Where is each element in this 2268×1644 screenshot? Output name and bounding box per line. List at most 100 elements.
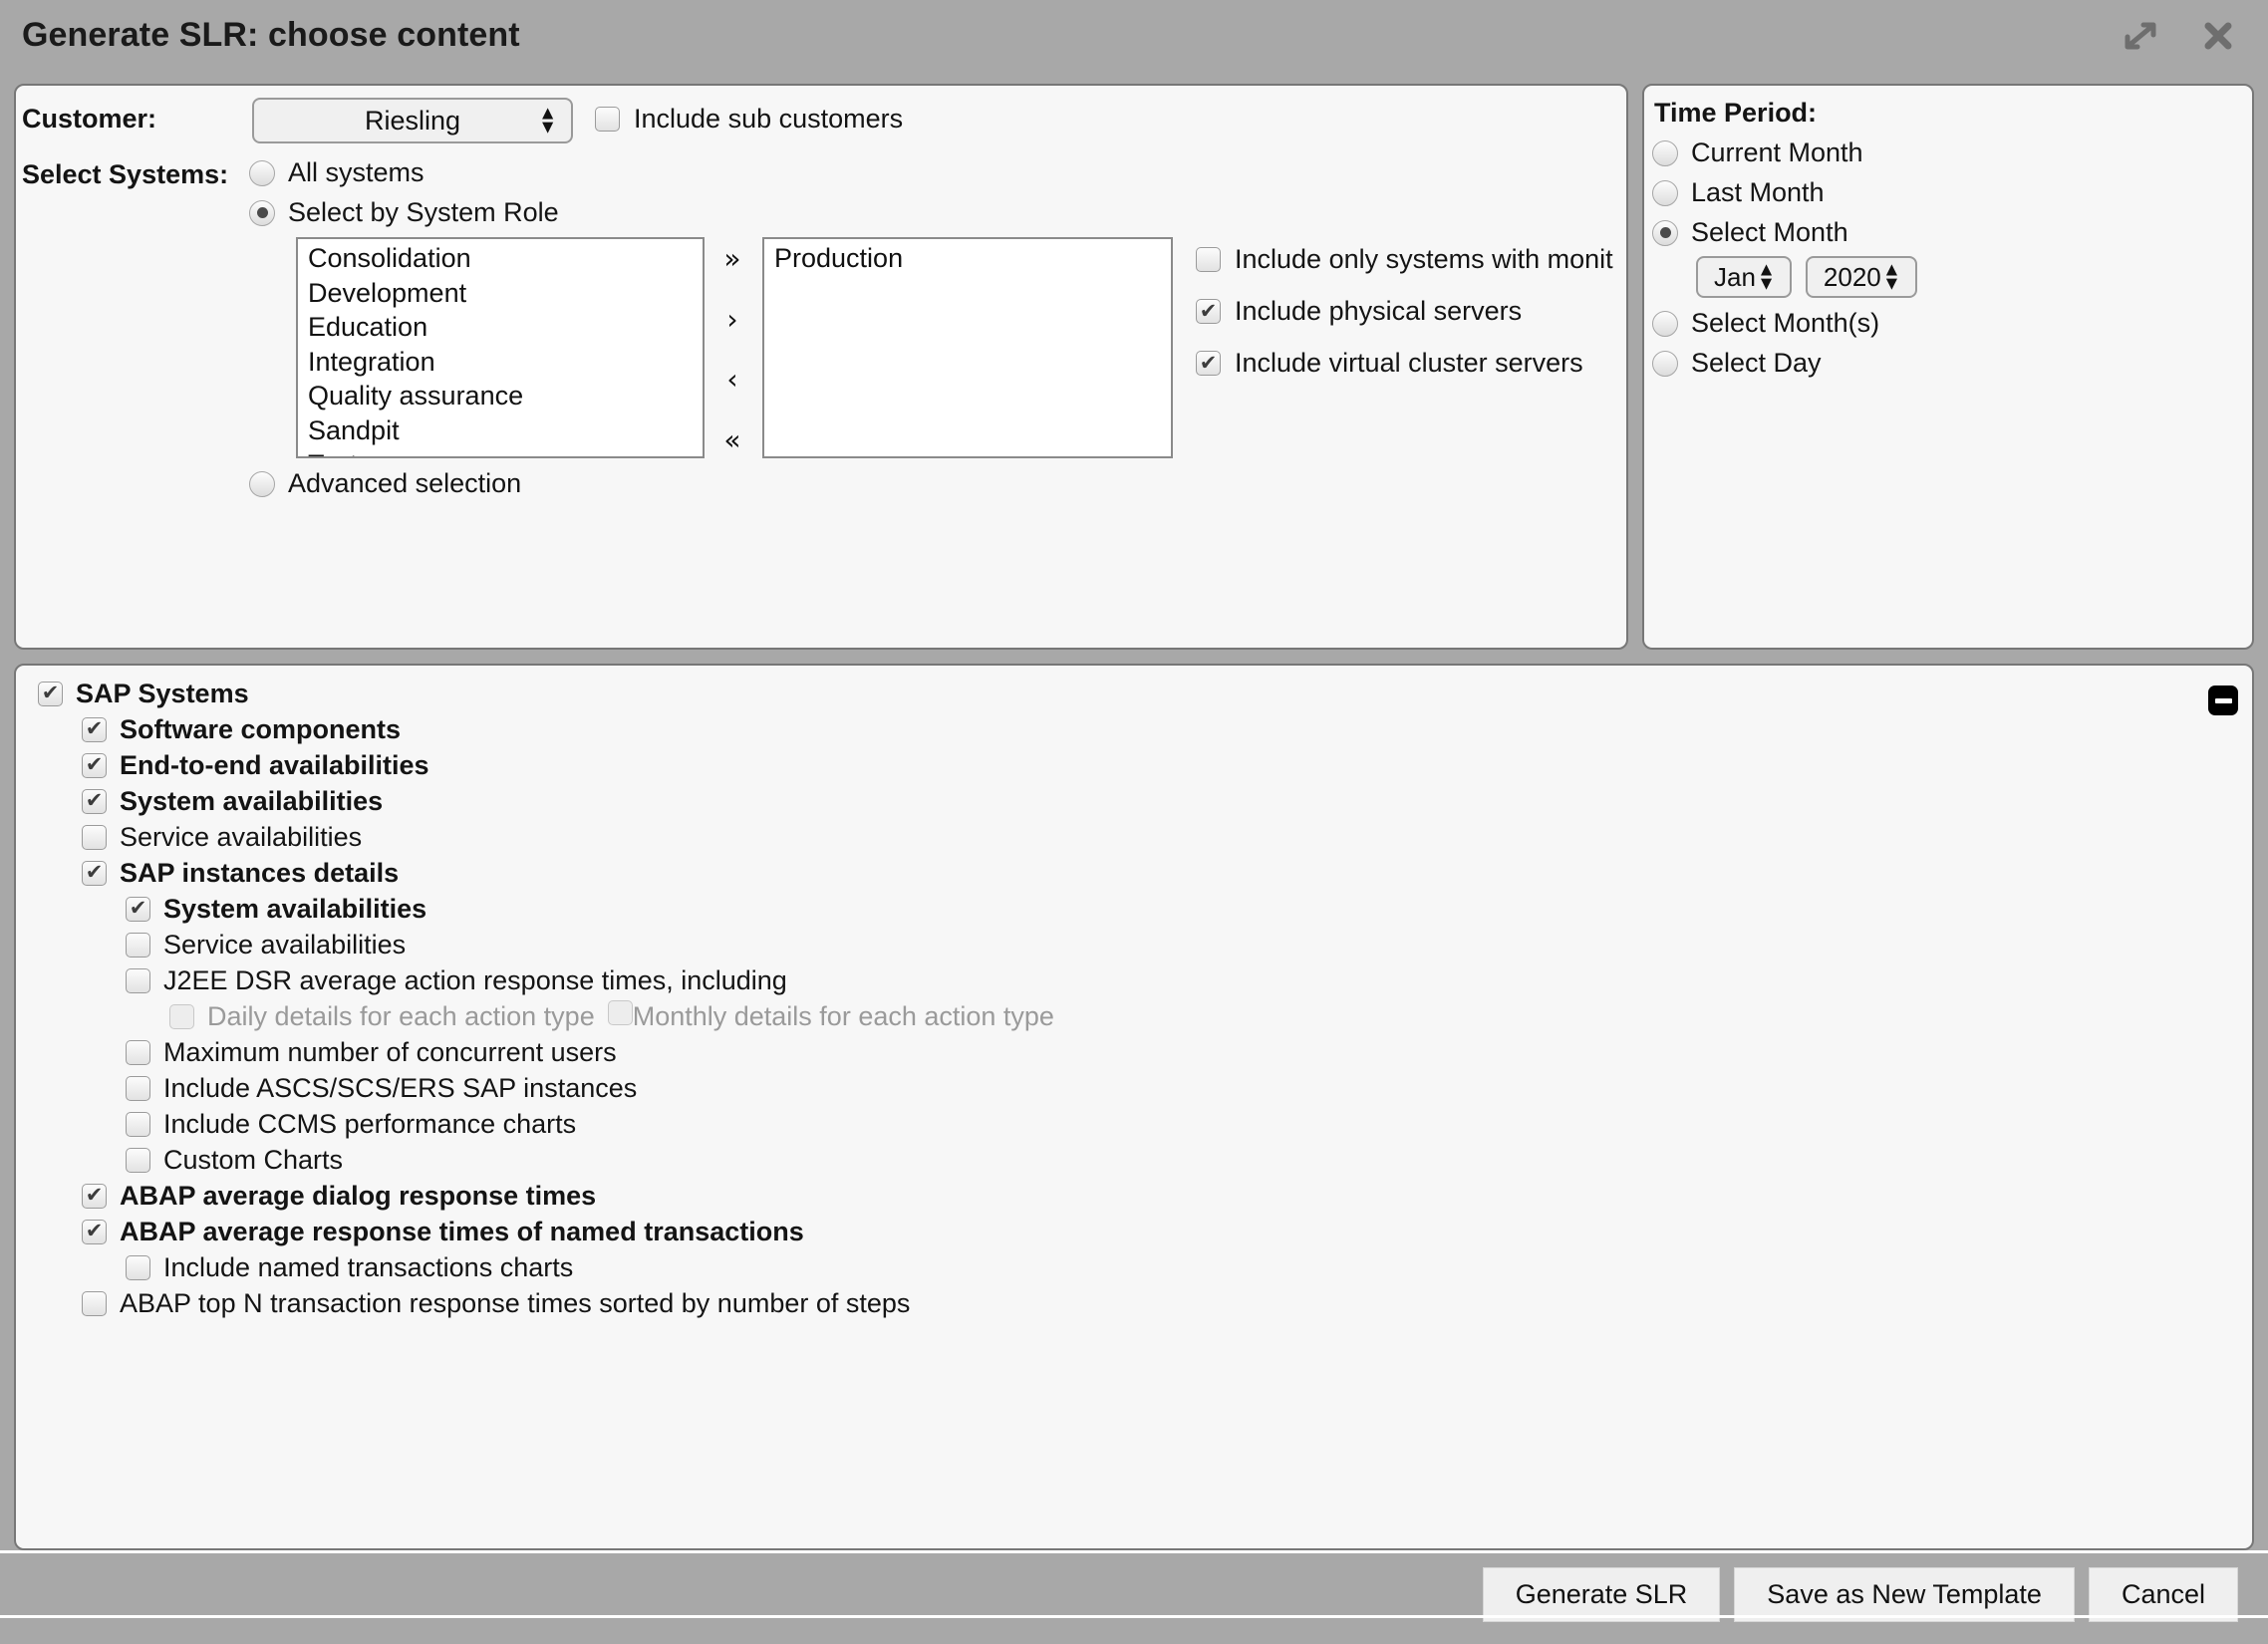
month-select[interactable]: Jan ▲ ▼ bbox=[1696, 256, 1792, 298]
tree-row[interactable]: Service availabilities bbox=[16, 819, 2252, 855]
year-select[interactable]: 2020 ▲ ▼ bbox=[1805, 256, 1917, 298]
tree-row[interactable]: ABAP top N transaction response times so… bbox=[16, 1285, 2252, 1321]
tree-row-checkbox[interactable] bbox=[82, 1290, 107, 1316]
tree-row[interactable]: Include named transactions charts bbox=[16, 1249, 2252, 1285]
include-sub-customers-row[interactable]: Include sub customers bbox=[595, 104, 903, 135]
tree-row[interactable]: System availabilities bbox=[16, 783, 2252, 819]
include-only-monitored-systems-row[interactable]: Include only systems with monit bbox=[1196, 244, 1613, 275]
tree-row-checkbox[interactable] bbox=[126, 1075, 150, 1101]
tree-row-label: End-to-end availabilities bbox=[120, 749, 429, 780]
tree-row-checkbox[interactable] bbox=[82, 860, 107, 886]
content-tree-panel: SAP Systems Software components End-to-end… bbox=[14, 664, 2254, 1550]
tree-row-checkbox[interactable] bbox=[82, 1219, 107, 1244]
tree-row-label: Custom Charts bbox=[163, 1144, 344, 1175]
radio-select-month[interactable]: Select Month bbox=[1652, 217, 1848, 248]
selected-role-option[interactable]: Production bbox=[764, 241, 1171, 276]
available-role-option[interactable]: Test bbox=[298, 447, 703, 456]
radio-all-systems-indicator[interactable] bbox=[249, 159, 275, 186]
tree-row[interactable]: Maximum number of concurrent users bbox=[16, 1034, 2252, 1070]
tree-row-checkbox[interactable] bbox=[126, 1039, 150, 1065]
tree-row[interactable]: Custom Charts bbox=[16, 1142, 2252, 1178]
close-icon[interactable] bbox=[2198, 16, 2238, 56]
radio-current-month-indicator[interactable] bbox=[1652, 139, 1678, 166]
tree-row-label: ABAP top N transaction response times so… bbox=[120, 1287, 911, 1318]
tree-row[interactable]: ABAP average response times of named tra… bbox=[16, 1214, 2252, 1249]
include-physical-servers-label: Include physical servers bbox=[1235, 296, 1523, 326]
radio-select-months-indicator[interactable] bbox=[1652, 310, 1678, 337]
tree-row-label: Service availabilities bbox=[120, 821, 363, 852]
cancel-button[interactable]: Cancel bbox=[2088, 1567, 2238, 1622]
tree-row-checkbox[interactable] bbox=[126, 1254, 150, 1280]
tree-row[interactable]: Include CCMS performance charts bbox=[16, 1106, 2252, 1142]
tree-row-checkbox[interactable] bbox=[126, 896, 150, 922]
tree-row[interactable]: SAP instances details bbox=[16, 855, 2252, 891]
available-role-option[interactable]: Sandpit bbox=[298, 413, 703, 448]
tree-row[interactable]: System availabilities bbox=[16, 891, 2252, 927]
move-right-button[interactable]: › bbox=[726, 305, 737, 334]
expand-diagonal-icon[interactable] bbox=[2121, 16, 2160, 56]
radio-all-systems[interactable]: All systems bbox=[249, 157, 425, 188]
tree-row-checkbox[interactable] bbox=[82, 824, 107, 850]
tree-row[interactable]: Include ASCS/SCS/ERS SAP instances bbox=[16, 1070, 2252, 1106]
available-role-option[interactable]: Integration bbox=[298, 345, 703, 380]
include-virtual-cluster-servers-row[interactable]: Include virtual cluster servers bbox=[1196, 348, 1583, 379]
radio-advanced-selection-indicator[interactable] bbox=[249, 470, 275, 497]
tree-row[interactable]: Service availabilities bbox=[16, 927, 2252, 962]
tree-row[interactable]: Software components bbox=[16, 711, 2252, 747]
available-role-option[interactable]: Development bbox=[298, 276, 703, 311]
radio-select-day[interactable]: Select Day bbox=[1652, 348, 1822, 379]
save-as-new-template-button[interactable]: Save as New Template bbox=[1734, 1567, 2075, 1622]
tree-row-secondary-checkbox bbox=[607, 1000, 633, 1025]
include-only-monitored-systems-checkbox[interactable] bbox=[1196, 247, 1221, 272]
tree-row-checkbox[interactable] bbox=[126, 1147, 150, 1173]
tree-row[interactable]: ABAP average dialog response times bbox=[16, 1178, 2252, 1214]
include-only-monitored-systems-label: Include only systems with monit bbox=[1235, 244, 1613, 274]
move-all-right-button[interactable]: » bbox=[723, 245, 740, 273]
available-role-option[interactable]: Education bbox=[298, 310, 703, 345]
tree-row-checkbox[interactable] bbox=[126, 932, 150, 958]
dialog-footer: Generate SLR Save as New Template Cancel bbox=[0, 1550, 2268, 1644]
tree-row-secondary-label: Monthly details for each action type bbox=[632, 1001, 1054, 1031]
tree-row[interactable]: End-to-end availabilities bbox=[16, 747, 2252, 783]
customer-select[interactable]: Riesling ▲ ▼ bbox=[252, 98, 573, 143]
transfer-buttons-group: » › ‹ « bbox=[711, 245, 753, 454]
selected-roles-listbox[interactable]: Production bbox=[762, 237, 1173, 458]
available-role-option[interactable]: Consolidation bbox=[298, 241, 703, 276]
include-physical-servers-checkbox[interactable] bbox=[1196, 299, 1221, 324]
include-physical-servers-row[interactable]: Include physical servers bbox=[1196, 296, 1522, 327]
move-all-left-button[interactable]: « bbox=[723, 425, 740, 454]
tree-row-label: Include named transactions charts bbox=[163, 1251, 574, 1282]
tree-row-checkbox bbox=[169, 1003, 194, 1029]
tree-row-checkbox[interactable] bbox=[82, 788, 107, 814]
tree-row-checkbox[interactable] bbox=[126, 967, 150, 993]
radio-advanced-selection[interactable]: Advanced selection bbox=[249, 468, 521, 499]
tree-row-checkbox[interactable] bbox=[82, 752, 107, 778]
include-virtual-cluster-servers-checkbox[interactable] bbox=[1196, 351, 1221, 376]
available-roles-listbox[interactable]: Consolidation Development Education Integra… bbox=[296, 237, 705, 458]
tree-row-checkbox[interactable] bbox=[126, 1111, 150, 1137]
radio-last-month[interactable]: Last Month bbox=[1652, 177, 1825, 208]
radio-select-month-indicator[interactable] bbox=[1652, 219, 1678, 246]
customer-select-value: Riesling bbox=[364, 105, 461, 136]
generate-slr-button[interactable]: Generate SLR bbox=[1482, 1567, 1721, 1622]
radio-last-month-indicator[interactable] bbox=[1652, 179, 1678, 206]
move-left-button[interactable]: ‹ bbox=[726, 366, 737, 394]
include-sub-customers-checkbox[interactable] bbox=[595, 107, 620, 132]
tree-row-checkbox[interactable] bbox=[82, 1183, 107, 1209]
radio-select-months[interactable]: Select Month(s) bbox=[1652, 308, 1879, 339]
radio-select-by-system-role[interactable]: Select by System Role bbox=[249, 197, 559, 228]
content-tree: SAP Systems Software components End-to-end… bbox=[16, 676, 2252, 1321]
tree-row-label: SAP instances details bbox=[120, 857, 400, 888]
radio-advanced-selection-label: Advanced selection bbox=[288, 468, 522, 498]
radio-select-by-system-role-indicator[interactable] bbox=[249, 199, 275, 226]
radio-current-month[interactable]: Current Month bbox=[1652, 137, 1863, 168]
radio-select-day-indicator[interactable] bbox=[1652, 350, 1678, 377]
tree-row[interactable]: SAP Systems bbox=[16, 676, 2252, 711]
tree-row[interactable]: J2EE DSR average action response times, … bbox=[16, 962, 2252, 998]
tree-row: Daily details for each action type Monthl… bbox=[16, 998, 2252, 1034]
tree-row-checkbox[interactable] bbox=[82, 716, 107, 742]
available-role-option[interactable]: Quality assurance bbox=[298, 379, 703, 413]
tree-row-checkbox[interactable] bbox=[38, 681, 63, 706]
chevron-updown-icon: ▲ ▼ bbox=[1881, 259, 1901, 294]
radio-last-month-label: Last Month bbox=[1691, 177, 1825, 207]
